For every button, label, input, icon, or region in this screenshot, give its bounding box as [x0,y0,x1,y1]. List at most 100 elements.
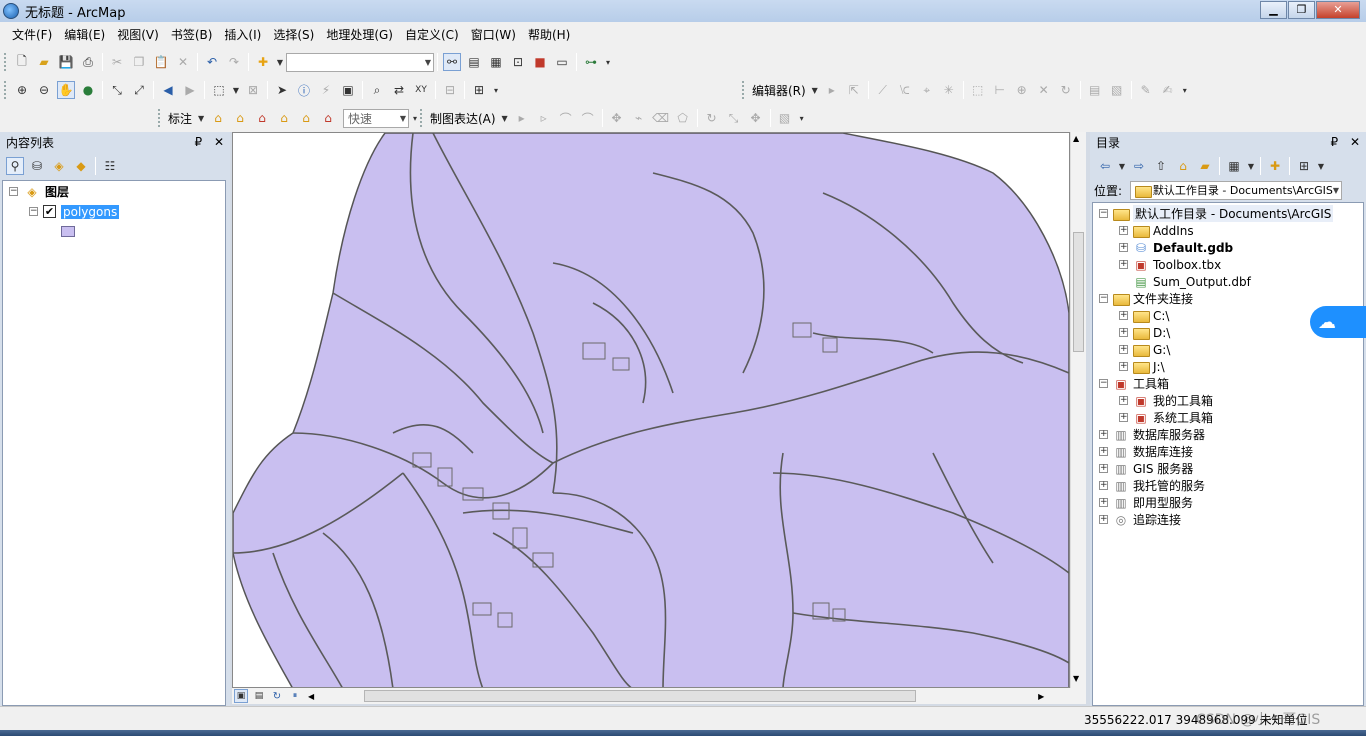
expand-icon[interactable]: + [1119,243,1128,252]
expand-icon[interactable]: + [1119,345,1128,354]
toc-close-button[interactable]: ✕ [214,135,224,149]
toolbar-grip[interactable] [4,81,8,99]
catalog-item[interactable]: + ▥ 数据库连接 [1099,443,1193,460]
full-extent-icon[interactable]: ● [79,81,97,99]
catalog-item[interactable]: + AddIns [1119,222,1194,239]
catalog-item[interactable]: + G:\ [1119,341,1170,358]
sketch-properties-icon[interactable]: ▧ [1108,81,1126,99]
chevron-down-icon[interactable]: ▼ [1118,157,1126,175]
expand-icon[interactable]: + [1099,481,1108,490]
map-view[interactable] [232,132,1070,688]
maximize-button[interactable]: ❐ [1288,1,1315,19]
end-point-arc-icon[interactable]: ⟈ [896,81,914,99]
toolbar-grip[interactable] [420,109,424,127]
save-icon[interactable]: 💾 [57,53,75,71]
forward-icon[interactable]: ⇨ [1130,157,1148,175]
scroll-left-icon[interactable]: ◀ [308,692,314,701]
scroll-down-icon[interactable]: ▼ [1073,674,1079,683]
toolbar-grip[interactable] [158,109,162,127]
fixed-zoom-in-icon[interactable]: ⤡ [108,81,126,99]
menu-help[interactable]: 帮助(H) [522,22,576,48]
labeling-menu[interactable]: 标注 [165,110,195,127]
catalog-item[interactable]: − ▣ 工具箱 [1099,375,1169,392]
layer-symbol[interactable] [61,223,75,240]
collapse-icon[interactable]: − [1099,294,1108,303]
list-by-selection-icon[interactable]: ◆ [72,157,90,175]
feature-template-icon[interactable]: ✍ [1159,81,1177,99]
model-builder-icon[interactable]: ⊶ [582,53,600,71]
add-data-icon[interactable]: ✚ [254,53,272,71]
catalog-close-button[interactable]: ✕ [1350,135,1360,149]
select-elements-icon[interactable]: ➤ [273,81,291,99]
scale-representation-icon[interactable]: ⤡ [725,109,743,127]
toggle-contents-panel-icon[interactable]: ⊞ [1295,157,1313,175]
collapse-icon[interactable]: − [1099,209,1108,218]
move-representation-icon[interactable]: ✥ [608,109,626,127]
chevron-down-icon[interactable]: ▼ [1317,157,1325,175]
open-folder-icon[interactable]: ▰ [35,53,53,71]
layout-view-icon[interactable]: ▤ [252,689,266,703]
time-slider-icon[interactable]: ⊞ [470,81,488,99]
new-document-icon[interactable]: 🗋 [13,53,31,71]
delete-icon[interactable]: ✕ [174,53,192,71]
create-features-icon[interactable]: ✎ [1137,81,1155,99]
catalog-item[interactable]: + ▣ 系统工具箱 [1119,409,1213,426]
expand-icon[interactable]: + [1119,328,1128,337]
catalog-item[interactable]: + ◎ 追踪连接 [1099,511,1181,528]
free-transform-icon[interactable]: ⬠ [674,109,692,127]
polygon-symbol-swatch[interactable] [61,226,75,237]
catalog-item[interactable]: +▤Sum_Output.dbf [1119,273,1251,290]
menu-view[interactable]: 视图(V) [111,22,165,48]
vertical-scroll-thumb[interactable] [1073,232,1084,352]
find-icon[interactable]: ⌕ [368,81,386,99]
expand-icon[interactable]: + [1099,447,1108,456]
chevron-down-icon[interactable]: ▼ [232,81,240,99]
menu-customize[interactable]: 自定义(C) [399,22,465,48]
expand-icon[interactable]: + [1099,430,1108,439]
toc-pin-button[interactable]: ₽ [194,135,202,149]
clear-selection-icon[interactable]: ⊠ [244,81,262,99]
catalog-item[interactable]: − 默认工作目录 - Documents\ArcGIS [1099,205,1334,222]
trace-icon[interactable]: ⌖ [918,81,936,99]
expand-icon[interactable]: + [1119,260,1128,269]
label-priority-icon[interactable]: ⌂ [231,109,249,127]
back-icon[interactable]: ⇦ [1096,157,1114,175]
hyperlink-icon[interactable]: ⚡ [317,81,335,99]
list-by-source-icon[interactable]: ⛁ [28,157,46,175]
catalog-item[interactable]: − 文件夹连接 [1099,290,1193,307]
arctoolbox-icon[interactable]: ■ [531,53,549,71]
attributes-icon[interactable]: ▤ [1086,81,1104,99]
label-manager-icon[interactable]: ⌂ [209,109,227,127]
layer-polygons[interactable]: − ✔ polygons [29,203,120,220]
expand-icon[interactable]: + [1119,362,1128,371]
expand-icon[interactable]: + [1119,396,1128,405]
representation-properties-icon[interactable]: ▧ [776,109,794,127]
expand-icon[interactable]: + [1099,464,1108,473]
undo-icon[interactable]: ↶ [203,53,221,71]
html-popup-icon[interactable]: ▣ [339,81,357,99]
expand-icon[interactable]: + [1099,498,1108,507]
toolbar-options-icon[interactable]: ▾ [1181,81,1189,99]
views-icon[interactable]: ▦ [1225,157,1243,175]
catalog-item[interactable]: + ▥ 数据库服务器 [1099,426,1205,443]
editor-toolbar-icon[interactable]: ⚯ [443,53,461,71]
chevron-down-icon[interactable]: ▼ [276,53,284,71]
fixed-zoom-out-icon[interactable]: ⤢ [130,81,148,99]
options-icon[interactable]: ☷ [101,157,119,175]
menu-bookmarks[interactable]: 书签(B) [165,22,219,48]
catalog-item[interactable]: + C:\ [1119,307,1169,324]
editor-menu[interactable]: 编辑器(R) [749,82,809,99]
point-icon[interactable]: ✳ [940,81,958,99]
view-unplaced-labels-icon[interactable]: ⌂ [319,109,337,127]
chevron-down-icon[interactable]: ▼ [197,109,205,127]
representation-menu[interactable]: 制图表达(A) [427,110,499,127]
catalog-window-icon[interactable]: ▦ [487,53,505,71]
map-vertical-scrollbar[interactable]: ▲ ▼ [1070,132,1086,688]
data-view-icon[interactable]: ▣ [234,689,248,703]
connect-folder-icon[interactable]: ▰ [1196,157,1214,175]
layers-root[interactable]: − ◈ 图层 [9,183,69,200]
forward-extent-icon[interactable]: ▶ [181,81,199,99]
refresh-icon[interactable]: ↻ [270,689,284,703]
chevron-down-icon[interactable]: ▼ [1247,157,1255,175]
direct-select-icon[interactable]: ▹ [535,109,553,127]
